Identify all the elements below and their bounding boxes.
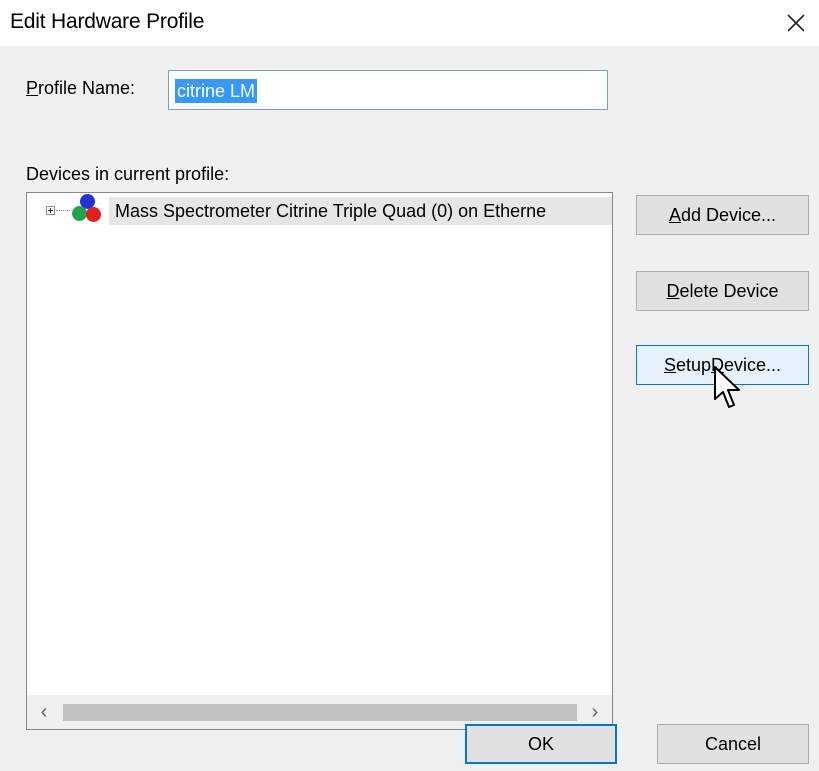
mouse-cursor-icon <box>714 366 740 408</box>
delete-device-button[interactable]: Delete Device <box>636 271 809 311</box>
chevron-left-icon: ‹ <box>40 700 48 723</box>
profile-name-input[interactable]: citrine LM <box>168 70 608 110</box>
chevron-right-icon: › <box>591 700 599 723</box>
devices-label: Devices in current profile: <box>26 164 230 184</box>
cancel-button[interactable]: Cancel <box>657 724 809 764</box>
window-title: Edit Hardware Profile <box>10 10 205 33</box>
scroll-thumb[interactable] <box>63 704 577 721</box>
tree-item-label[interactable]: Mass Spectrometer Citrine Triple Quad (0… <box>109 197 612 225</box>
device-tree[interactable]: Mass Spectrometer Citrine Triple Quad (0… <box>26 192 613 730</box>
profile-name-label: Profile Name: <box>26 78 136 98</box>
tree-connector <box>56 210 70 211</box>
dialog-body: Profile Name: citrine LM Devices in curr… <box>0 46 819 771</box>
close-icon <box>787 14 805 32</box>
add-device-button[interactable]: Add Device... <box>636 195 809 235</box>
title-bar: Edit Hardware Profile <box>0 0 819 46</box>
tree-item[interactable]: Mass Spectrometer Citrine Triple Quad (0… <box>27 194 612 226</box>
device-icon-red-dot <box>86 207 101 222</box>
profile-name-value: citrine LM <box>175 79 258 103</box>
close-button[interactable] <box>773 0 819 46</box>
expand-icon[interactable] <box>46 206 55 215</box>
device-icon-green-dot <box>72 206 87 221</box>
device-icon <box>71 194 105 226</box>
ok-button[interactable]: OK <box>465 724 617 764</box>
scroll-left-button[interactable]: ‹ <box>27 695 61 729</box>
